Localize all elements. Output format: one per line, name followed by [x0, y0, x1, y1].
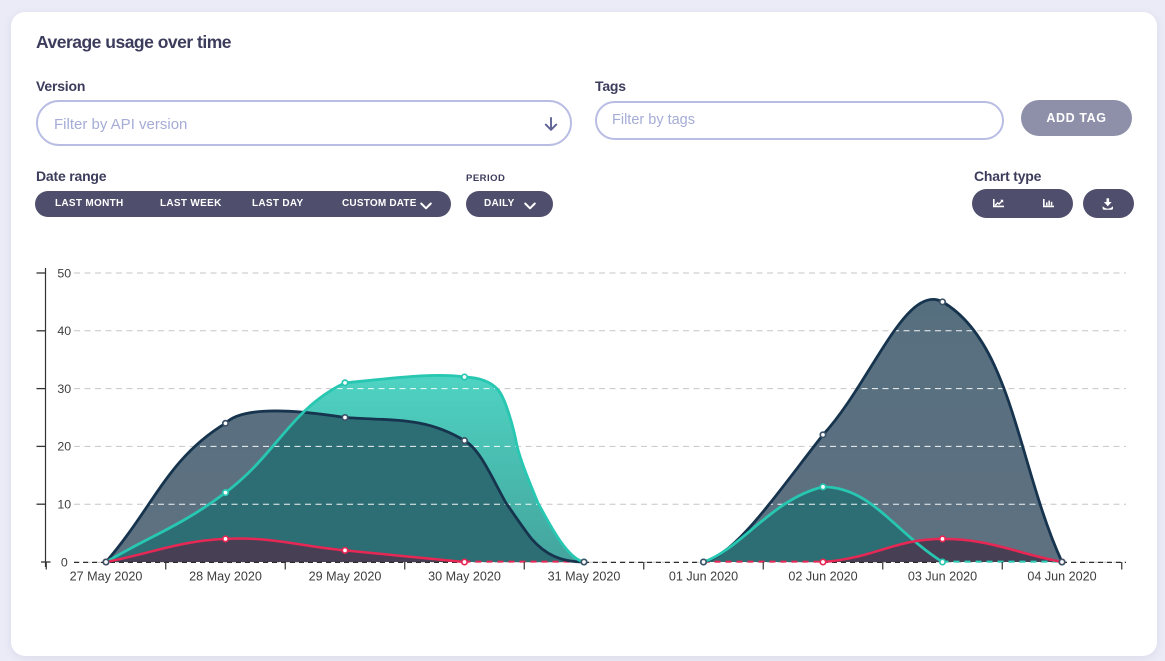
- svg-text:50: 50: [57, 266, 71, 280]
- svg-text:30: 30: [57, 382, 71, 396]
- svg-text:31 May 2020: 31 May 2020: [548, 570, 621, 584]
- svg-text:10: 10: [57, 498, 71, 512]
- svg-text:29 May 2020: 29 May 2020: [309, 570, 382, 584]
- svg-text:04 Jun 2020: 04 Jun 2020: [1027, 570, 1096, 584]
- svg-text:30 May 2020: 30 May 2020: [428, 570, 501, 584]
- svg-text:28 May 2020: 28 May 2020: [189, 570, 262, 584]
- svg-text:03 Jun 2020: 03 Jun 2020: [908, 570, 977, 584]
- svg-text:02 Jun 2020: 02 Jun 2020: [788, 570, 857, 584]
- svg-text:40: 40: [57, 324, 71, 338]
- svg-text:01 Jun 2020: 01 Jun 2020: [669, 570, 738, 584]
- svg-text:0: 0: [61, 555, 68, 569]
- svg-text:27 May 2020: 27 May 2020: [70, 570, 143, 584]
- svg-text:20: 20: [57, 440, 71, 454]
